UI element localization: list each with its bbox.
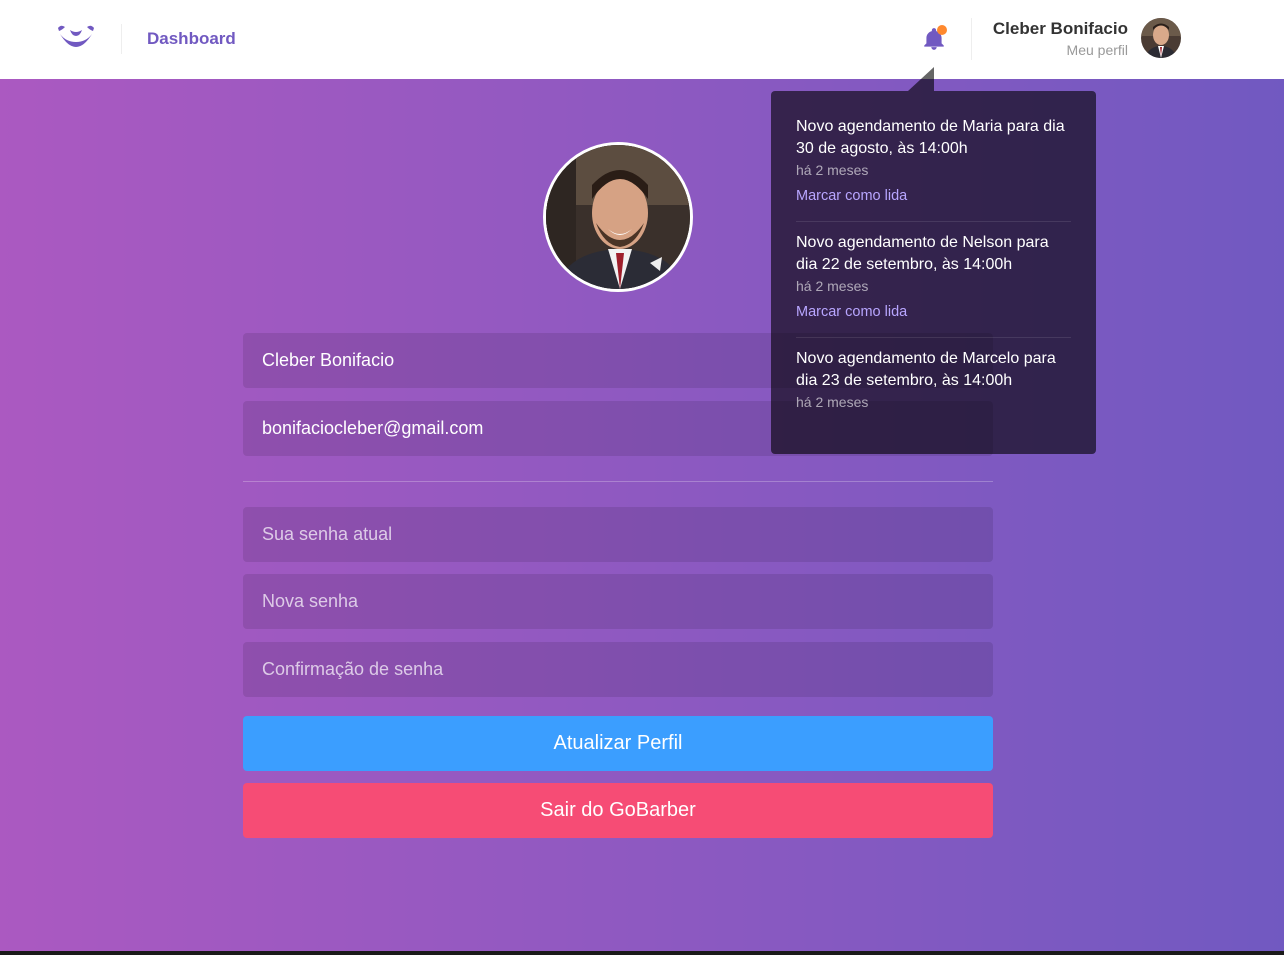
list-item: Novo agendamento de Nelson para dia 22 d… (796, 222, 1071, 338)
mark-as-read-button[interactable]: Marcar como lida (796, 304, 907, 320)
header-divider-2 (971, 18, 972, 60)
list-item: Novo agendamento de Maria para dia 30 de… (796, 106, 1071, 222)
form-divider (243, 481, 993, 482)
notification-time: há 2 meses (796, 394, 869, 410)
header-divider (121, 24, 122, 54)
profile-name: Cleber Bonifacio (992, 19, 1128, 38)
logout-button[interactable]: Sair do GoBarber (243, 783, 993, 838)
notifications-popover: Novo agendamento de Maria para dia 30 de… (771, 91, 1096, 454)
new-password-field[interactable] (243, 574, 993, 629)
notification-text: Novo agendamento de Maria para dia 30 de… (796, 118, 1065, 157)
mark-as-read-button[interactable]: Marcar como lida (796, 188, 907, 204)
nav-dashboard-link[interactable]: Dashboard (147, 29, 236, 49)
list-item: Novo agendamento de Marcelo para dia 23 … (796, 338, 1071, 427)
update-profile-button[interactable]: Atualizar Perfil (243, 716, 993, 771)
mustache-logo-icon[interactable] (56, 24, 96, 54)
unread-badge (937, 25, 947, 35)
current-password-field[interactable] (243, 507, 993, 562)
confirm-password-field[interactable] (243, 642, 993, 697)
profile-avatar[interactable] (543, 142, 693, 292)
bottom-bar (0, 951, 1284, 955)
notification-text: Novo agendamento de Nelson para dia 22 d… (796, 234, 1049, 273)
my-profile-link[interactable]: Meu perfil (1067, 42, 1128, 58)
top-header: Dashboard Cleber Bonifacio Meu perfil (0, 0, 1284, 79)
popover-arrow (908, 67, 934, 91)
notification-time: há 2 meses (796, 278, 869, 294)
avatar[interactable] (1141, 18, 1181, 58)
notification-time: há 2 meses (796, 162, 869, 178)
notification-text: Novo agendamento de Marcelo para dia 23 … (796, 350, 1056, 389)
